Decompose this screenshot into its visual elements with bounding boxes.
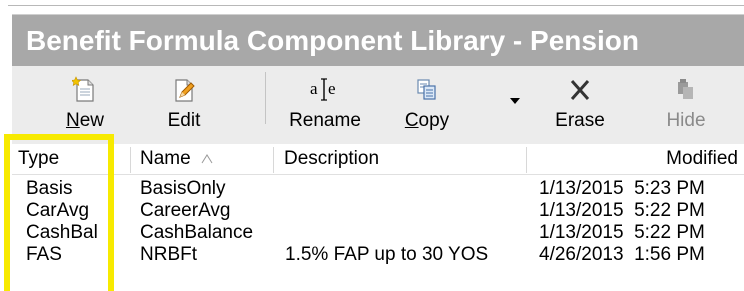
new-document-icon bbox=[45, 76, 125, 104]
column-header-name[interactable]: Name bbox=[140, 144, 280, 174]
edit-button-label: Edit bbox=[167, 110, 201, 131]
table-row[interactable]: Basis BasisOnly 1/13/2015 5:23 PM bbox=[12, 178, 744, 200]
copy-button-label: Copy bbox=[404, 110, 450, 131]
edit-pencil-icon bbox=[144, 76, 224, 104]
erase-button-label: Erase bbox=[555, 110, 605, 131]
window-title: Benefit Formula Component Library - Pens… bbox=[12, 14, 744, 66]
table-row[interactable]: CarAvg CareerAvg 1/13/2015 5:22 PM bbox=[12, 200, 744, 222]
column-divider[interactable] bbox=[526, 147, 527, 173]
erase-x-icon bbox=[540, 76, 620, 104]
toolbar-separator bbox=[265, 72, 266, 124]
copy-button[interactable]: Copy bbox=[387, 66, 467, 144]
rename-button[interactable]: a e Rename bbox=[285, 66, 365, 144]
cell-type: CarAvg bbox=[26, 200, 90, 221]
column-header-description-label: Description bbox=[284, 148, 380, 169]
column-header-type-label: Type bbox=[18, 148, 60, 169]
hide-icon bbox=[646, 76, 726, 104]
rename-text-cursor-icon: a e bbox=[285, 76, 365, 104]
column-header-name-label: Name bbox=[140, 148, 191, 170]
cell-modified: 1/13/2015 5:22 PM bbox=[539, 222, 705, 243]
component-table: Type Name Description Modified Basis Bas… bbox=[12, 144, 744, 291]
table-row[interactable]: FAS NRBFt 1.5% FAP up to 30 YOS 4/26/201… bbox=[12, 244, 744, 266]
cell-name: NRBFt bbox=[140, 244, 197, 265]
cell-type: Basis bbox=[26, 178, 73, 199]
copy-dropdown-arrow-icon[interactable] bbox=[510, 98, 520, 104]
cell-name: CashBalance bbox=[140, 222, 254, 243]
table-row[interactable]: CashBal CashBalance 1/13/2015 5:22 PM bbox=[12, 222, 744, 244]
toolbar: New Edit a e Rename Copy Erase Hide bbox=[12, 66, 744, 145]
svg-text:a: a bbox=[310, 79, 318, 98]
cell-name: BasisOnly bbox=[140, 178, 226, 199]
svg-text:e: e bbox=[328, 79, 336, 98]
column-divider[interactable] bbox=[273, 147, 274, 173]
cell-description: 1.5% FAP up to 30 YOS bbox=[285, 244, 489, 265]
hide-button-label: Hide bbox=[666, 110, 706, 131]
column-divider[interactable] bbox=[130, 147, 131, 173]
edit-button[interactable]: Edit bbox=[144, 66, 224, 144]
copy-icon bbox=[387, 76, 467, 104]
cell-modified: 1/13/2015 5:22 PM bbox=[539, 200, 705, 221]
table-header: Type Name Description Modified bbox=[12, 144, 744, 175]
top-divider bbox=[8, 5, 744, 6]
hide-button[interactable]: Hide bbox=[646, 66, 726, 144]
cell-modified: 4/26/2013 1:56 PM bbox=[539, 244, 705, 265]
column-header-modified-label: Modified bbox=[666, 148, 738, 169]
new-button[interactable]: New bbox=[45, 66, 125, 144]
cell-type: CashBal bbox=[26, 222, 98, 243]
rename-button-label: Rename bbox=[289, 110, 361, 131]
sort-ascending-icon bbox=[201, 144, 213, 174]
column-header-type[interactable]: Type bbox=[18, 144, 108, 174]
erase-button[interactable]: Erase bbox=[540, 66, 620, 144]
cell-type: FAS bbox=[26, 244, 62, 265]
cell-modified: 1/13/2015 5:23 PM bbox=[539, 178, 705, 199]
new-button-label: New bbox=[65, 110, 105, 131]
cell-name: CareerAvg bbox=[140, 200, 231, 221]
column-header-description[interactable]: Description bbox=[284, 144, 524, 174]
column-header-modified[interactable]: Modified bbox=[532, 144, 738, 174]
